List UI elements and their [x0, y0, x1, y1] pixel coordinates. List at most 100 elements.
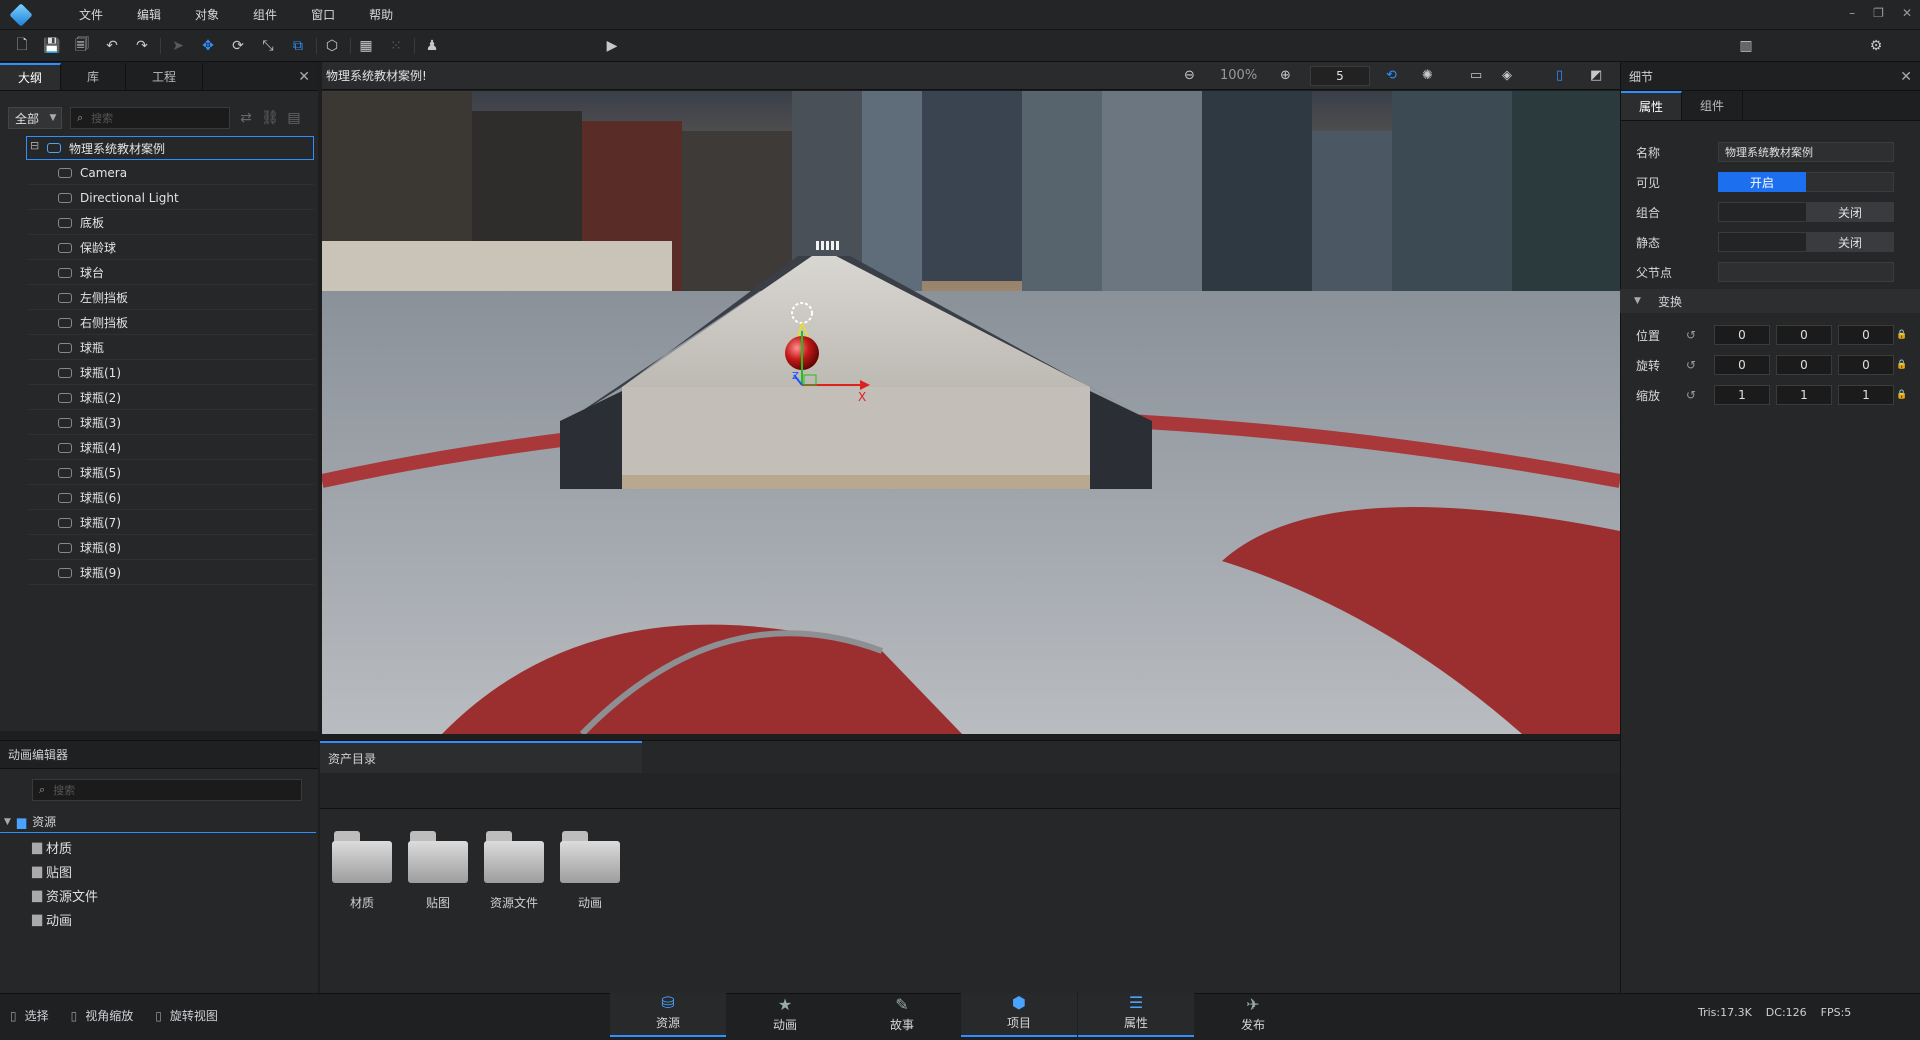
- lock-icon[interactable]: 🔒: [1896, 330, 1907, 340]
- tree-item-folder[interactable]: ▆ 贴图: [32, 860, 72, 882]
- menu-object[interactable]: 对象: [178, 6, 236, 23]
- select-tool-icon[interactable]: ➤: [168, 36, 188, 56]
- filter-icon[interactable]: ⇄: [236, 108, 256, 128]
- parent-field[interactable]: [1718, 262, 1894, 282]
- camera-icon[interactable]: ▭: [1470, 68, 1482, 83]
- redo-icon[interactable]: ↷: [132, 36, 152, 56]
- scale-field[interactable]: 1: [1714, 385, 1770, 405]
- view-mode-icon[interactable]: ▯: [1556, 68, 1563, 83]
- scale-tool-icon[interactable]: ⤡: [258, 36, 278, 56]
- character-icon[interactable]: ♟: [422, 36, 442, 56]
- grid-icon[interactable]: ▦: [356, 36, 376, 56]
- transform-header[interactable]: ▼ 变换: [1620, 289, 1920, 313]
- tab-outline[interactable]: 大纲: [0, 63, 62, 90]
- scale-field[interactable]: 1: [1838, 385, 1894, 405]
- new-file-icon[interactable]: 🗋: [12, 36, 32, 56]
- zoom-out-icon[interactable]: ⊖: [1184, 68, 1195, 83]
- tree-item-folder[interactable]: ▆ 材质: [32, 836, 72, 858]
- dots-grid-icon[interactable]: ⁙: [386, 36, 406, 56]
- tree-item[interactable]: Directional Light: [28, 186, 314, 210]
- menu-component[interactable]: 组件: [236, 6, 294, 23]
- tree-item[interactable]: Camera: [28, 161, 314, 185]
- position-field[interactable]: 0: [1714, 325, 1770, 345]
- tree-item[interactable]: 球瓶(4): [28, 436, 314, 460]
- restore-icon[interactable]: ❐: [1873, 6, 1884, 20]
- tree-item[interactable]: 球瓶(1): [28, 361, 314, 385]
- tab-project[interactable]: ⬢ 项目: [961, 993, 1077, 1037]
- rotation-field[interactable]: 0: [1714, 355, 1770, 375]
- lock-icon[interactable]: 🔒: [1896, 360, 1907, 370]
- tab-library[interactable]: 库: [61, 63, 127, 90]
- position-field[interactable]: 0: [1776, 325, 1832, 345]
- tree-item[interactable]: 球瓶(2): [28, 386, 314, 410]
- link-icon[interactable]: ⛓: [260, 108, 280, 128]
- save-icon[interactable]: 💾: [42, 36, 62, 56]
- tree-item[interactable]: 右侧挡板: [28, 311, 314, 335]
- collapse-icon[interactable]: ▤: [284, 108, 304, 128]
- tab-assets[interactable]: 资产目录: [320, 741, 642, 773]
- layout-icon[interactable]: ▥: [1736, 36, 1756, 56]
- reset-icon[interactable]: ↺: [1686, 388, 1696, 402]
- physics-icon[interactable]: ⬡: [322, 36, 342, 56]
- tree-item-root[interactable]: 物理系统教材案例: [26, 136, 314, 160]
- tree-item[interactable]: 球瓶(7): [28, 511, 314, 535]
- move-tool-icon[interactable]: ✥: [198, 36, 218, 56]
- cube-icon[interactable]: ◈: [1502, 68, 1512, 83]
- folder-icon[interactable]: [332, 831, 392, 883]
- tree-item[interactable]: 球瓶(5): [28, 461, 314, 485]
- rotation-field[interactable]: 0: [1838, 355, 1894, 375]
- tree-item[interactable]: 球瓶: [28, 336, 314, 360]
- static-off[interactable]: 关闭: [1806, 232, 1894, 252]
- tree-item[interactable]: 左侧挡板: [28, 286, 314, 310]
- tree-item-folder[interactable]: ▆ 资源文件: [32, 884, 98, 906]
- tab-resources[interactable]: ⛁ 资源: [610, 993, 726, 1037]
- folder-icon[interactable]: [484, 831, 544, 883]
- lock-icon[interactable]: 🔒: [1896, 390, 1907, 400]
- close-icon[interactable]: ✕: [298, 69, 310, 85]
- outline-filter[interactable]: 全部 ▼: [8, 107, 62, 129]
- save-all-icon[interactable]: 🗐: [72, 36, 92, 56]
- play-icon[interactable]: ▶: [602, 36, 622, 56]
- tree-item-folder[interactable]: ▆ 动画: [32, 908, 72, 930]
- reset-icon[interactable]: ↺: [1686, 358, 1696, 372]
- tree-item[interactable]: 球瓶(8): [28, 536, 314, 560]
- menu-edit[interactable]: 编辑: [120, 6, 178, 23]
- name-field[interactable]: 物理系统教材案例: [1718, 142, 1894, 162]
- stats-icon[interactable]: ◩: [1590, 68, 1602, 83]
- tree-item[interactable]: 球瓶(3): [28, 411, 314, 435]
- light-icon[interactable]: ✺: [1422, 68, 1433, 83]
- rotation-field[interactable]: 0: [1776, 355, 1832, 375]
- collapse-toggle-icon[interactable]: ⊟: [30, 139, 39, 152]
- undo-icon[interactable]: ↶: [102, 36, 122, 56]
- group-off[interactable]: 关闭: [1806, 202, 1894, 222]
- folder-icon[interactable]: [408, 831, 468, 883]
- tree-item[interactable]: 保龄球: [28, 236, 314, 260]
- close-icon[interactable]: ✕: [1900, 69, 1912, 85]
- anim-search-input[interactable]: ⌕ 搜索: [32, 779, 302, 801]
- tree-item[interactable]: 球瓶(9): [28, 561, 314, 585]
- settings-icon[interactable]: ⚙: [1866, 36, 1886, 56]
- zoom-in-icon[interactable]: ⊕: [1280, 68, 1291, 83]
- rotate-tool-icon[interactable]: ⟳: [228, 36, 248, 56]
- visible-on[interactable]: 开启: [1718, 172, 1806, 192]
- tree-item[interactable]: 球台: [28, 261, 314, 285]
- tab-animation[interactable]: ★ 动画: [727, 993, 843, 1037]
- scale-field[interactable]: 1: [1776, 385, 1832, 405]
- tab-publish[interactable]: ✈ 发布: [1195, 993, 1311, 1037]
- outline-search-input[interactable]: ⌕ 搜索: [70, 107, 230, 129]
- reset-icon[interactable]: ↺: [1686, 328, 1696, 342]
- menu-window[interactable]: 窗口: [294, 6, 352, 23]
- tree-root-resources[interactable]: ▼ ▆ 资源: [0, 811, 316, 833]
- scene-viewport[interactable]: X Z: [322, 91, 1620, 734]
- orbit-icon[interactable]: ⟲: [1386, 68, 1397, 83]
- folder-icon[interactable]: [560, 831, 620, 883]
- tab-story[interactable]: ✎ 故事: [844, 993, 960, 1037]
- tab-properties[interactable]: 属性: [1621, 91, 1683, 120]
- menu-help[interactable]: 帮助: [352, 6, 410, 23]
- tree-item[interactable]: 球瓶(6): [28, 486, 314, 510]
- menu-file[interactable]: 文件: [62, 6, 120, 23]
- tab-properties-bottom[interactable]: ☰ 属性: [1078, 993, 1194, 1037]
- close-window-icon[interactable]: ✕: [1902, 6, 1912, 20]
- tab-components[interactable]: 组件: [1682, 91, 1744, 120]
- step-field[interactable]: 5: [1310, 66, 1370, 86]
